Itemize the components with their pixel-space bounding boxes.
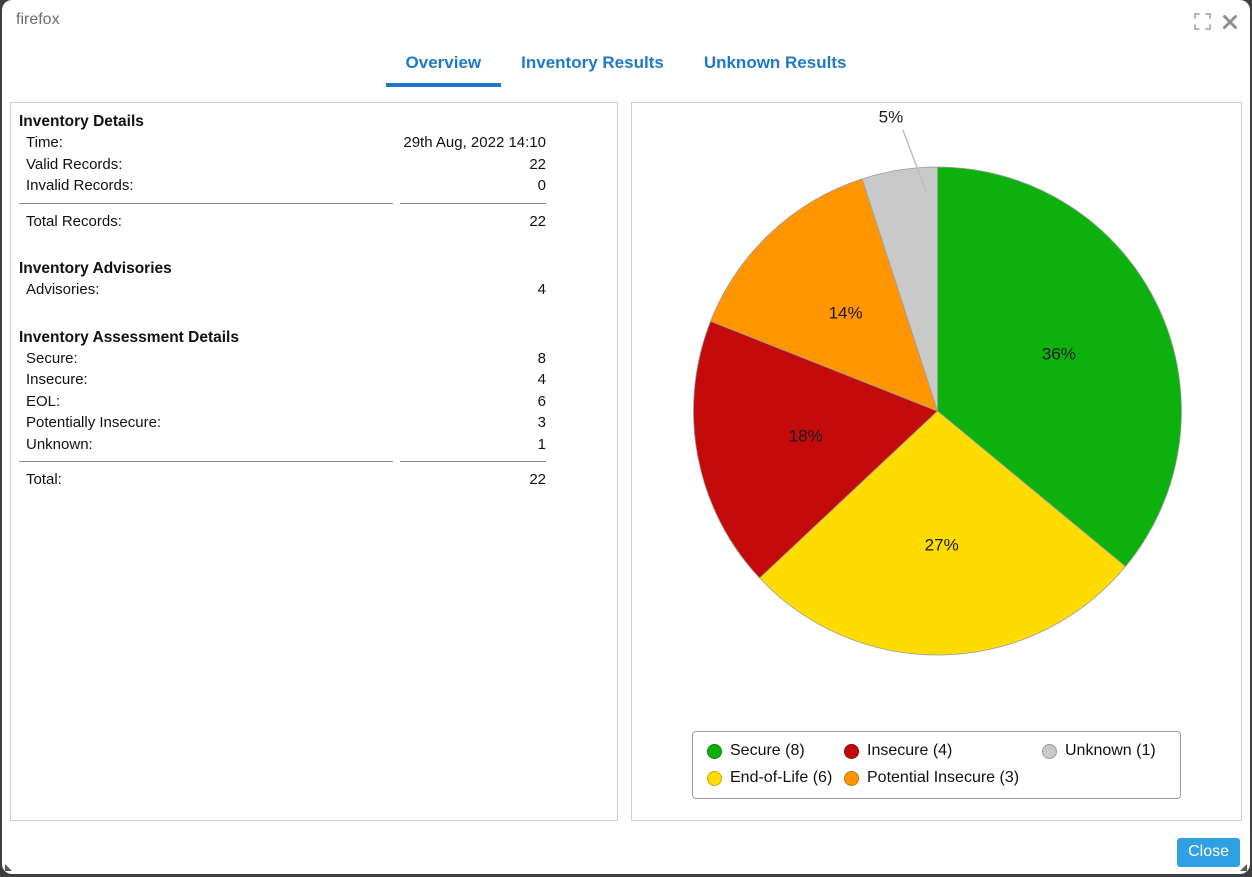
detail-label: Unknown: <box>19 434 393 456</box>
window-controls <box>1194 13 1238 30</box>
detail-value: 0 <box>400 175 546 197</box>
legend-label: End-of-Life (6) <box>730 769 832 787</box>
pie-percent-label-secure: 36% <box>1042 344 1076 363</box>
detail-row-unknown: Unknown: 1 <box>19 434 546 456</box>
detail-value: 1 <box>400 434 546 456</box>
detail-total-label: Total Records: <box>19 203 393 233</box>
inventory-details-panel: Inventory Details Time: 29th Aug, 2022 1… <box>10 102 618 821</box>
pie-percent-label-potential-insecure: 14% <box>829 304 863 323</box>
detail-label: Advisories: <box>19 279 393 301</box>
close-icon[interactable] <box>1222 14 1238 30</box>
detail-label: Invalid Records: <box>19 175 393 197</box>
tab-bar: Overview Inventory Results Unknown Resul… <box>2 40 1250 87</box>
detail-value: 22 <box>400 154 546 176</box>
legend-label: Insecure (4) <box>867 742 952 760</box>
assessment-pie-chart: 36% 27% 18% 14% 5% <box>632 103 1241 723</box>
detail-total-value: 22 <box>400 461 546 491</box>
section-heading: Inventory Details <box>19 111 546 132</box>
legend-item-potential-insecure: Potential Insecure (3) <box>844 769 1042 787</box>
tab-inventory-results[interactable]: Inventory Results <box>501 40 684 87</box>
legend-label: Potential Insecure (3) <box>867 769 1019 787</box>
detail-row-advisories: Advisories: 4 <box>19 279 546 301</box>
detail-value: 3 <box>400 412 546 434</box>
pie-percent-label-insecure: 18% <box>789 427 823 446</box>
resize-grip-right[interactable] <box>1240 864 1247 871</box>
detail-row-insecure: Insecure: 4 <box>19 369 546 391</box>
dialog-titlebar: firefox <box>2 0 1250 40</box>
legend-swatch-end-of-life <box>707 771 722 786</box>
section-inventory-details: Inventory Details Time: 29th Aug, 2022 1… <box>19 111 546 232</box>
section-inventory-assessment: Inventory Assessment Details Secure: 8 I… <box>19 327 546 491</box>
chart-legend: Secure (8) Insecure (4) Unknown (1) End-… <box>692 731 1181 799</box>
section-heading: Inventory Assessment Details <box>19 327 546 348</box>
resize-grip-left[interactable] <box>5 864 12 871</box>
detail-label: EOL: <box>19 391 393 413</box>
detail-row-total-records: Total Records: 22 <box>19 203 546 233</box>
detail-row-time: Time: 29th Aug, 2022 14:10 <box>19 132 546 154</box>
detail-row-eol: EOL: 6 <box>19 391 546 413</box>
tab-overview[interactable]: Overview <box>386 40 502 87</box>
detail-value: 4 <box>400 279 546 301</box>
detail-total-value: 22 <box>400 203 546 233</box>
modal-dialog: firefox Overview Inventory Results Unkno… <box>2 0 1250 874</box>
detail-value: 8 <box>400 348 546 370</box>
detail-label: Potentially Insecure: <box>19 412 393 434</box>
detail-row-potentially-insecure: Potentially Insecure: 3 <box>19 412 546 434</box>
detail-label: Time: <box>19 132 393 154</box>
tab-unknown-results[interactable]: Unknown Results <box>684 40 867 87</box>
legend-label: Unknown (1) <box>1065 742 1156 760</box>
detail-row-secure: Secure: 8 <box>19 348 546 370</box>
dialog-content: Inventory Details Time: 29th Aug, 2022 1… <box>2 87 1250 821</box>
detail-label: Valid Records: <box>19 154 393 176</box>
detail-row-valid-records: Valid Records: 22 <box>19 154 546 176</box>
legend-item-insecure: Insecure (4) <box>844 742 1042 760</box>
detail-row-total: Total: 22 <box>19 461 546 491</box>
section-heading: Inventory Advisories <box>19 258 546 279</box>
pie-percent-label-end-of-life: 27% <box>925 536 959 555</box>
section-inventory-advisories: Inventory Advisories Advisories: 4 <box>19 258 546 301</box>
legend-swatch-unknown <box>1042 744 1057 759</box>
assessment-chart-panel: 36% 27% 18% 14% 5% Secure (8) Insecure (4) U… <box>631 102 1242 821</box>
detail-label: Insecure: <box>19 369 393 391</box>
pie-percent-label-unknown: 5% <box>879 108 904 127</box>
detail-value: 6 <box>400 391 546 413</box>
maximize-icon[interactable] <box>1194 13 1211 30</box>
legend-item-unknown: Unknown (1) <box>1042 742 1180 760</box>
close-button[interactable]: Close <box>1177 838 1240 867</box>
legend-label: Secure (8) <box>730 742 805 760</box>
dialog-title: firefox <box>16 11 60 29</box>
detail-label: Secure: <box>19 348 393 370</box>
legend-swatch-secure <box>707 744 722 759</box>
legend-swatch-insecure <box>844 744 859 759</box>
legend-item-end-of-life: End-of-Life (6) <box>707 769 844 787</box>
legend-swatch-potential-insecure <box>844 771 859 786</box>
dialog-footer: Close <box>1177 838 1240 867</box>
detail-total-label: Total: <box>19 461 393 491</box>
detail-value: 4 <box>400 369 546 391</box>
detail-value: 29th Aug, 2022 14:10 <box>400 132 546 154</box>
detail-row-invalid-records: Invalid Records: 0 <box>19 175 546 197</box>
legend-item-secure: Secure (8) <box>707 742 844 760</box>
